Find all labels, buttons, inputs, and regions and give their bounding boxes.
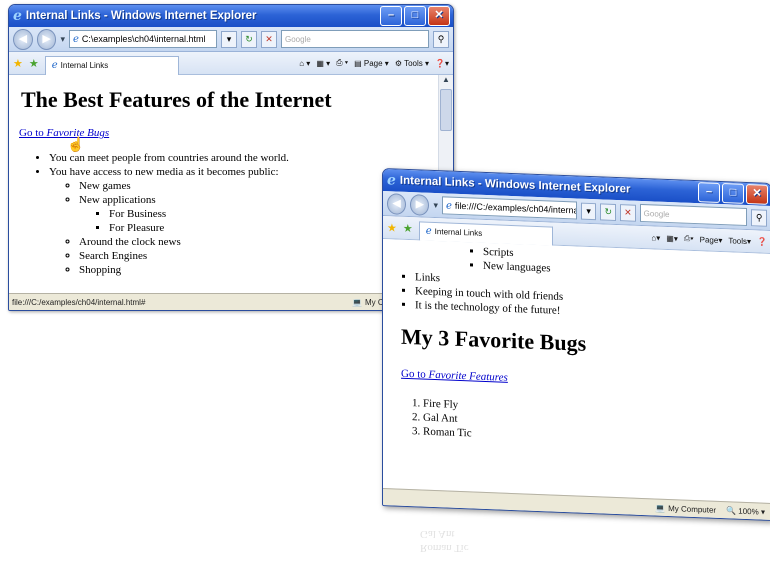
list-item: You have access to new media as it becom… [49, 165, 439, 277]
tools-menu[interactable]: ⚙ Tools ▾ [395, 59, 429, 68]
add-favorites-icon[interactable]: ★ [403, 221, 413, 234]
status-text: file:///C:/examples/ch04/internal.html# [12, 297, 146, 307]
tools-menu[interactable]: Tools▾ [728, 236, 751, 246]
title-bar: e Internal Links - Windows Internet Expl… [9, 5, 453, 27]
browser-window-favorite-bugs: e Internal Links - Windows Internet Expl… [382, 168, 770, 521]
computer-icon: 💻 [352, 297, 362, 307]
page-heading: My 3 Favorite Bugs [401, 323, 587, 356]
tab-page-icon: e [425, 225, 432, 237]
search-placeholder: Google [643, 208, 670, 219]
maximize-button[interactable]: □ [722, 183, 744, 204]
forward-button[interactable]: ▶ [410, 193, 430, 216]
hand-cursor-icon: ☝ [67, 138, 85, 153]
address-dropdown-button[interactable]: ▾ [221, 30, 237, 48]
search-placeholder: Google [285, 34, 311, 44]
print-icon[interactable]: ⎙ ▾ [336, 58, 348, 68]
add-favorites-icon[interactable]: ★ [29, 57, 39, 70]
refresh-icon[interactable]: ↻ [600, 202, 617, 221]
page-icon: e [73, 33, 79, 45]
features-list: You can meet people from countries aroun… [9, 151, 439, 277]
page-menu[interactable]: Page▾ [700, 235, 723, 245]
home-icon[interactable]: ⌂▾ [651, 233, 660, 242]
print-icon[interactable]: ⎙▾ [684, 234, 694, 244]
refresh-icon[interactable]: ↻ [241, 30, 257, 48]
search-icon[interactable]: ⚲ [751, 208, 767, 227]
help-icon[interactable]: ❓▾ [435, 59, 449, 68]
stop-icon[interactable]: ✕ [620, 203, 636, 222]
search-input[interactable]: Google [639, 203, 748, 227]
tab-page-icon: e [51, 60, 58, 71]
window-reflection: Roman Tic Gal Ant [400, 510, 700, 555]
page-content: Scripts New languages Links Keeping in t… [383, 239, 770, 504]
stop-icon[interactable]: ✕ [261, 30, 277, 48]
back-button[interactable]: ◀ [387, 192, 407, 215]
address-dropdown-button[interactable]: ▾ [580, 202, 597, 220]
page-content: The Best Features of the Internet Go to … [9, 75, 439, 294]
favorites-star-icon[interactable]: ★ [387, 221, 397, 234]
page-menu[interactable]: ▤ Page ▾ [354, 59, 389, 68]
recent-pages-dropdown[interactable]: ▾ [433, 199, 438, 210]
close-button[interactable]: ✕ [746, 183, 768, 205]
address-text: C:\examples\ch04\internal.html [81, 34, 206, 44]
home-icon[interactable]: ⌂ ▾ [299, 59, 310, 68]
minimize-button[interactable]: – [698, 182, 720, 203]
page-heading: The Best Features of the Internet [21, 87, 332, 112]
zoom-control[interactable]: 🔍 100% ▾ [726, 506, 765, 516]
tab-internal-links[interactable]: e Internal Links [44, 55, 179, 75]
favorite-features-link[interactable]: Go to Favorite Features [401, 368, 770, 394]
bugs-list: Fire Fly Gal Ant Roman Tic [383, 395, 770, 452]
address-toolbar: ◀ ▶ ▾ e C:\examples\ch04\internal.html ▾… [9, 27, 453, 52]
search-input[interactable]: Google [281, 30, 429, 48]
favorites-star-icon[interactable]: ★ [13, 57, 23, 70]
feeds-icon[interactable]: ▦ ▾ [316, 59, 330, 68]
tab-label: Internal Links [60, 61, 109, 70]
address-field[interactable]: e C:\examples\ch04\internal.html [69, 30, 217, 48]
scroll-thumb[interactable] [440, 89, 452, 131]
scroll-up-icon[interactable]: ▲ [439, 75, 453, 88]
back-button[interactable]: ◀ [13, 28, 33, 50]
search-icon[interactable]: ⚲ [433, 30, 449, 48]
reflection-line: Gal Ant [420, 528, 455, 540]
ie-logo-icon: e [13, 8, 22, 24]
window-title: Internal Links - Windows Internet Explor… [25, 10, 257, 22]
address-field[interactable]: e file:///C:/examples/ch04/internal. [441, 196, 577, 220]
feeds-icon[interactable]: ▦▾ [666, 233, 678, 242]
sub-list: New games New applications For Business … [49, 179, 439, 277]
list-item: You can meet people from countries aroun… [49, 151, 439, 165]
maximize-button[interactable]: □ [404, 6, 426, 26]
address-text: file:///C:/examples/ch04/internal. [454, 200, 577, 216]
reflection-line: Roman Tic [420, 542, 469, 554]
close-button[interactable]: ✕ [428, 6, 450, 26]
tab-label: Internal Links [434, 227, 483, 238]
help-icon[interactable]: ❓ [757, 237, 767, 246]
forward-button[interactable]: ▶ [36, 28, 57, 50]
recent-pages-dropdown[interactable]: ▾ [60, 34, 65, 45]
command-bar: ★ ★ e Internal Links ⌂ ▾ ▦ ▾ ⎙ ▾ ▤ Page … [9, 52, 453, 75]
page-icon: e [445, 199, 452, 212]
minimize-button[interactable]: – [380, 6, 402, 26]
ie-logo-icon: e [387, 172, 396, 189]
